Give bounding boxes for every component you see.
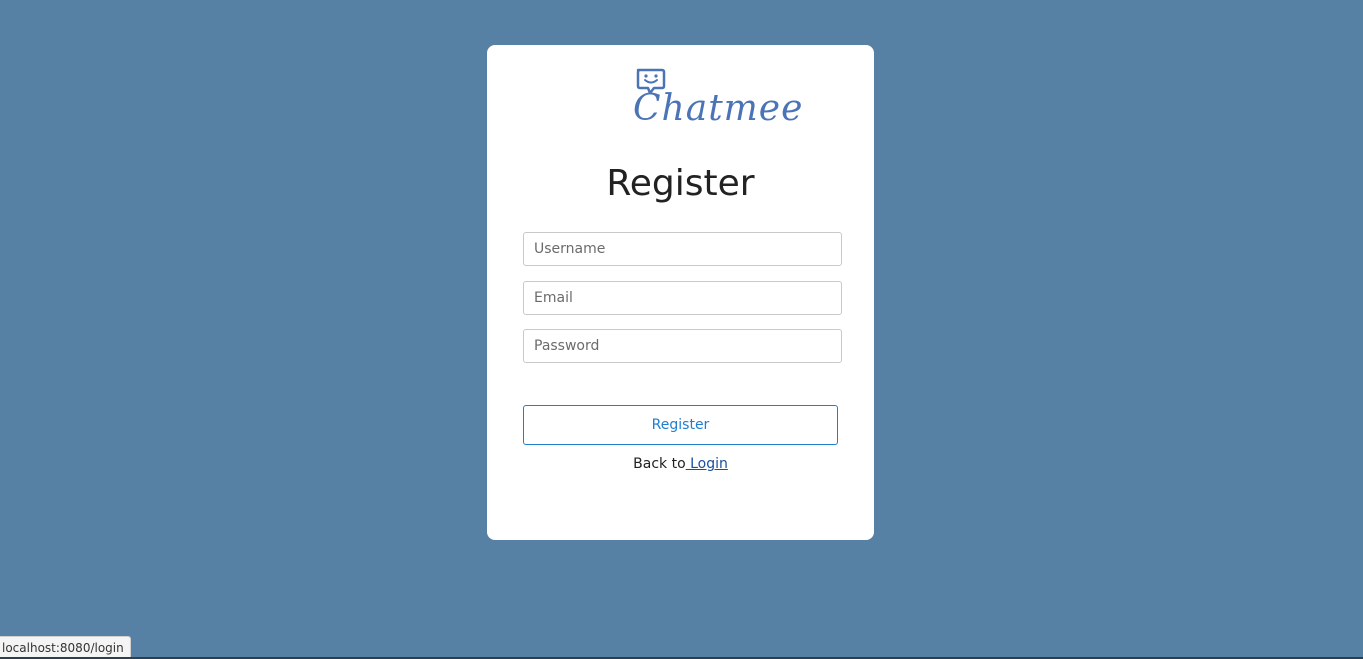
login-link[interactable]: Login	[686, 456, 728, 472]
back-to-login: Back to Login	[487, 456, 874, 472]
password-input[interactable]	[523, 329, 842, 363]
register-card: Chatmee Register Register Back to Login	[487, 45, 874, 540]
email-input[interactable]	[523, 281, 842, 315]
brand-logo: Chatmee	[633, 66, 802, 136]
brand-name: Chatmee	[633, 88, 804, 129]
register-button[interactable]: Register	[523, 405, 838, 445]
page-title: Register	[606, 163, 755, 204]
back-text: Back to	[633, 456, 686, 472]
status-bar-url: localhost:8080/login	[0, 636, 131, 659]
username-input[interactable]	[523, 232, 842, 266]
